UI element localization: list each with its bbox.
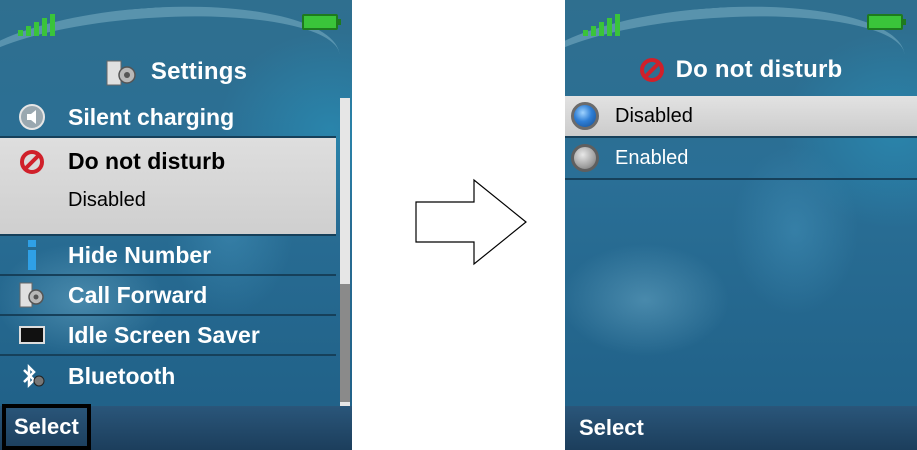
signal-strength-icon xyxy=(18,14,55,36)
battery-icon xyxy=(867,14,906,30)
option-label: Enabled xyxy=(615,146,689,169)
settings-gear-icon xyxy=(105,57,139,87)
select-softkey[interactable]: Select xyxy=(2,404,91,450)
page-title: Settings xyxy=(0,52,352,92)
settings-screen: Settings Silent charging Do not disturb … xyxy=(0,0,352,450)
signal-strength-icon xyxy=(583,14,620,36)
menu-item-silent-charging[interactable]: Silent charging xyxy=(0,98,336,138)
option-enabled[interactable]: Enabled xyxy=(565,138,917,180)
no-entry-icon xyxy=(14,149,50,174)
monitor-icon xyxy=(14,326,50,344)
scrollbar[interactable] xyxy=(340,98,350,406)
title-text: Settings xyxy=(150,58,248,85)
option-list: Disabled Enabled xyxy=(565,96,917,180)
settings-gear-icon xyxy=(14,281,50,309)
status-bar xyxy=(565,0,917,46)
menu-item-label: Hide Number xyxy=(68,241,212,268)
speaker-icon xyxy=(14,104,50,130)
page-title: Do not disturb xyxy=(565,50,917,90)
menu-item-label: Call Forward xyxy=(68,281,208,308)
info-icon xyxy=(14,240,50,270)
option-label: Disabled xyxy=(615,104,693,127)
menu-item-label: Idle Screen Saver xyxy=(68,321,260,348)
status-bar xyxy=(0,0,352,46)
menu-item-bluetooth[interactable]: Bluetooth xyxy=(0,356,336,396)
battery-icon xyxy=(302,14,341,30)
menu-item-label: Bluetooth xyxy=(68,362,176,389)
menu-item-value: Disabled xyxy=(68,189,146,211)
no-entry-icon xyxy=(639,58,664,82)
menu-item-hide-number[interactable]: Hide Number xyxy=(0,236,336,276)
bluetooth-icon xyxy=(14,362,50,390)
softkey-label: Select xyxy=(579,415,644,440)
radio-unselected-icon xyxy=(571,144,599,172)
menu-item-do-not-disturb[interactable]: Do not disturb Disabled xyxy=(0,138,336,236)
title-text: Do not disturb xyxy=(675,56,843,83)
right-arrow-icon xyxy=(415,178,527,266)
menu-item-idle-screen-saver[interactable]: Idle Screen Saver xyxy=(0,316,336,356)
select-softkey[interactable]: Select xyxy=(571,410,652,446)
scrollbar-thumb[interactable] xyxy=(340,284,350,402)
do-not-disturb-screen: Do not disturb Disabled Enabled Select xyxy=(565,0,917,450)
menu-item-label: Silent charging xyxy=(68,103,235,130)
menu-item-label: Do not disturb xyxy=(68,148,226,174)
radio-selected-icon xyxy=(571,102,599,130)
settings-list: Silent charging Do not disturb Disabled xyxy=(0,98,336,396)
softkey-label: Select xyxy=(14,414,79,439)
option-disabled[interactable]: Disabled xyxy=(565,96,917,138)
menu-item-call-forward[interactable]: Call Forward xyxy=(0,276,336,316)
